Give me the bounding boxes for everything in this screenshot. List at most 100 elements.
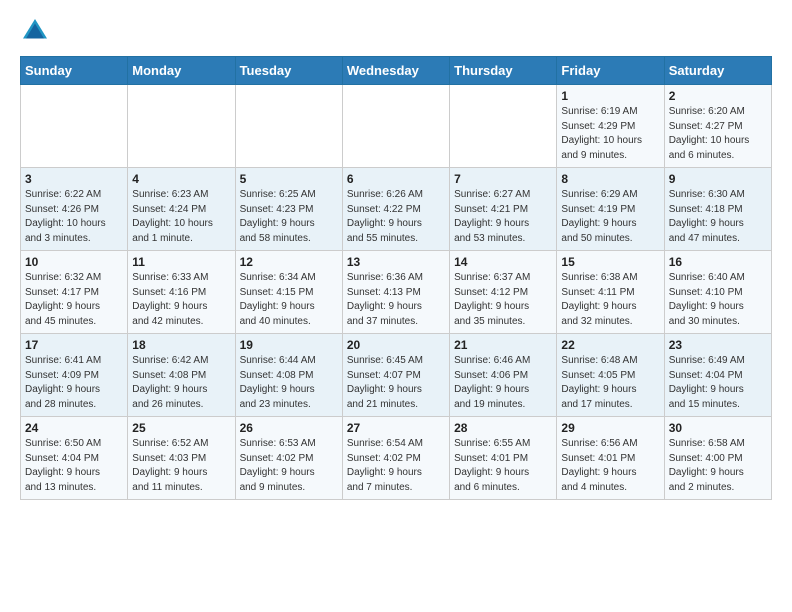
day-cell: 22 Sunrise: 6:48 AM Sunset: 4:05 PM Dayli… [557,334,664,417]
week-row-4: 24Sunrise: 6:50 AM Sunset: 4:04 PM Dayli… [21,417,772,500]
day-number: 11 [132,255,230,269]
day-info: Sunrise: 6:55 AM Sunset: 4:01 PM Dayligh… [454,437,552,495]
day-number: 16 [669,255,767,269]
day-cell: 19 Sunrise: 6:44 AM Sunset: 4:08 PM Dayli… [235,334,342,417]
day-info: Sunrise: 6:33 AM Sunset: 4:16 PM Dayligh… [132,271,230,329]
day-number: 29 [561,421,659,435]
day-info: Sunrise: 6:29 AM Sunset: 4:19 PM Dayligh… [561,188,659,246]
day-number: 8 [561,172,659,186]
weekday-header-friday: Friday [557,57,664,85]
day-cell [235,85,342,168]
day-info: Sunrise: 6:45 AM Sunset: 4:07 PM Dayligh… [347,354,445,412]
day-number: 7 [454,172,552,186]
day-number: 25 [132,421,230,435]
week-row-2: 10 Sunrise: 6:32 AM Sunset: 4:17 PM Dayli… [21,251,772,334]
weekday-header-thursday: Thursday [450,57,557,85]
day-cell: 6 Sunrise: 6:26 AM Sunset: 4:22 PM Daylig… [342,168,449,251]
day-cell: 7 Sunrise: 6:27 AM Sunset: 4:21 PM Daylig… [450,168,557,251]
day-number: 21 [454,338,552,352]
logo-icon [20,16,50,46]
day-info: Sunrise: 6:41 AM Sunset: 4:09 PM Dayligh… [25,354,123,412]
day-number: 1 [561,89,659,103]
day-number: 19 [240,338,338,352]
day-number: 26 [240,421,338,435]
weekday-header-tuesday: Tuesday [235,57,342,85]
day-number: 30 [669,421,767,435]
day-cell: 25Sunrise: 6:52 AM Sunset: 4:03 PM Dayli… [128,417,235,500]
day-info: Sunrise: 6:53 AM Sunset: 4:02 PM Dayligh… [240,437,338,495]
day-cell: 3Sunrise: 6:22 AM Sunset: 4:26 PM Daylig… [21,168,128,251]
day-info: Sunrise: 6:32 AM Sunset: 4:17 PM Dayligh… [25,271,123,329]
day-number: 9 [669,172,767,186]
day-info: Sunrise: 6:38 AM Sunset: 4:11 PM Dayligh… [561,271,659,329]
day-info: Sunrise: 6:20 AM Sunset: 4:27 PM Dayligh… [669,105,767,163]
day-cell: 24Sunrise: 6:50 AM Sunset: 4:04 PM Dayli… [21,417,128,500]
day-info: Sunrise: 6:37 AM Sunset: 4:12 PM Dayligh… [454,271,552,329]
day-cell: 11 Sunrise: 6:33 AM Sunset: 4:16 PM Dayli… [128,251,235,334]
weekday-header-sunday: Sunday [21,57,128,85]
day-info: Sunrise: 6:48 AM Sunset: 4:05 PM Dayligh… [561,354,659,412]
day-cell: 9 Sunrise: 6:30 AM Sunset: 4:18 PM Daylig… [664,168,771,251]
day-info: Sunrise: 6:44 AM Sunset: 4:08 PM Dayligh… [240,354,338,412]
day-number: 14 [454,255,552,269]
day-cell: 21 Sunrise: 6:46 AM Sunset: 4:06 PM Dayli… [450,334,557,417]
day-cell: 1 Sunrise: 6:19 AM Sunset: 4:29 PM Daylig… [557,85,664,168]
day-number: 27 [347,421,445,435]
day-number: 24 [25,421,123,435]
day-info: Sunrise: 6:25 AM Sunset: 4:23 PM Dayligh… [240,188,338,246]
day-cell: 29 Sunrise: 6:56 AM Sunset: 4:01 PM Dayli… [557,417,664,500]
day-info: Sunrise: 6:30 AM Sunset: 4:18 PM Dayligh… [669,188,767,246]
weekday-header-wednesday: Wednesday [342,57,449,85]
day-info: Sunrise: 6:26 AM Sunset: 4:22 PM Dayligh… [347,188,445,246]
day-cell: 17 Sunrise: 6:41 AM Sunset: 4:09 PM Dayli… [21,334,128,417]
day-number: 28 [454,421,552,435]
day-info: Sunrise: 6:46 AM Sunset: 4:06 PM Dayligh… [454,354,552,412]
day-info: Sunrise: 6:27 AM Sunset: 4:21 PM Dayligh… [454,188,552,246]
day-info: Sunrise: 6:49 AM Sunset: 4:04 PM Dayligh… [669,354,767,412]
day-number: 12 [240,255,338,269]
day-number: 4 [132,172,230,186]
day-cell: 16 Sunrise: 6:40 AM Sunset: 4:10 PM Dayli… [664,251,771,334]
day-number: 5 [240,172,338,186]
day-cell: 5 Sunrise: 6:25 AM Sunset: 4:23 PM Daylig… [235,168,342,251]
week-row-3: 17 Sunrise: 6:41 AM Sunset: 4:09 PM Dayli… [21,334,772,417]
day-number: 18 [132,338,230,352]
day-number: 23 [669,338,767,352]
day-number: 20 [347,338,445,352]
weekday-header-saturday: Saturday [664,57,771,85]
day-cell: 10 Sunrise: 6:32 AM Sunset: 4:17 PM Dayli… [21,251,128,334]
week-row-0: 1 Sunrise: 6:19 AM Sunset: 4:29 PM Daylig… [21,85,772,168]
day-number: 17 [25,338,123,352]
day-cell: 15Sunrise: 6:38 AM Sunset: 4:11 PM Dayli… [557,251,664,334]
day-cell: 28 Sunrise: 6:55 AM Sunset: 4:01 PM Dayli… [450,417,557,500]
day-info: Sunrise: 6:36 AM Sunset: 4:13 PM Dayligh… [347,271,445,329]
day-cell: 13 Sunrise: 6:36 AM Sunset: 4:13 PM Dayli… [342,251,449,334]
day-cell: 23 Sunrise: 6:49 AM Sunset: 4:04 PM Dayli… [664,334,771,417]
day-cell: 30Sunrise: 6:58 AM Sunset: 4:00 PM Dayli… [664,417,771,500]
day-info: Sunrise: 6:40 AM Sunset: 4:10 PM Dayligh… [669,271,767,329]
day-cell: 2Sunrise: 6:20 AM Sunset: 4:27 PM Daylig… [664,85,771,168]
day-info: Sunrise: 6:56 AM Sunset: 4:01 PM Dayligh… [561,437,659,495]
header [20,16,772,46]
day-number: 10 [25,255,123,269]
day-info: Sunrise: 6:54 AM Sunset: 4:02 PM Dayligh… [347,437,445,495]
day-cell: 4 Sunrise: 6:23 AM Sunset: 4:24 PM Daylig… [128,168,235,251]
day-info: Sunrise: 6:42 AM Sunset: 4:08 PM Dayligh… [132,354,230,412]
logo [20,16,54,46]
day-cell: 20 Sunrise: 6:45 AM Sunset: 4:07 PM Dayli… [342,334,449,417]
day-info: Sunrise: 6:19 AM Sunset: 4:29 PM Dayligh… [561,105,659,163]
day-number: 13 [347,255,445,269]
day-number: 6 [347,172,445,186]
day-number: 22 [561,338,659,352]
day-info: Sunrise: 6:22 AM Sunset: 4:26 PM Dayligh… [25,188,123,246]
weekday-header-monday: Monday [128,57,235,85]
day-cell [450,85,557,168]
day-cell [342,85,449,168]
calendar-table: SundayMondayTuesdayWednesdayThursdayFrid… [20,56,772,500]
day-cell: 12Sunrise: 6:34 AM Sunset: 4:15 PM Dayli… [235,251,342,334]
day-cell: 14 Sunrise: 6:37 AM Sunset: 4:12 PM Dayli… [450,251,557,334]
day-info: Sunrise: 6:23 AM Sunset: 4:24 PM Dayligh… [132,188,230,246]
day-cell: 18 Sunrise: 6:42 AM Sunset: 4:08 PM Dayli… [128,334,235,417]
day-cell [128,85,235,168]
week-row-1: 3Sunrise: 6:22 AM Sunset: 4:26 PM Daylig… [21,168,772,251]
